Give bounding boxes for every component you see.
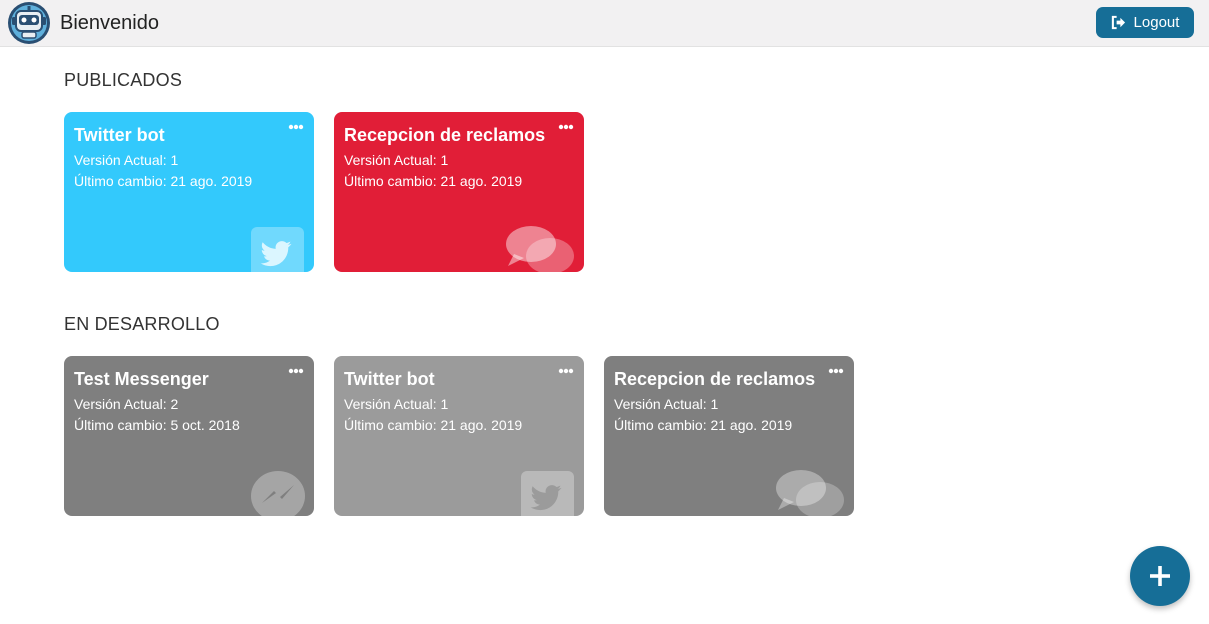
- chat-bubbles-icon: [776, 470, 844, 516]
- more-options-icon[interactable]: [828, 368, 844, 374]
- bot-card-last-change: Último cambio: 21 ago. 2019: [614, 417, 793, 433]
- bot-card-title: Recepcion de reclamos: [344, 125, 546, 145]
- bot-card[interactable]: Test Messenger Versión Actual: 2 Último …: [64, 356, 314, 516]
- plus-icon: [1150, 566, 1170, 586]
- messenger-icon: [251, 471, 305, 516]
- section-title-published: PUBLICADOS: [64, 70, 183, 90]
- bot-card-version: Versión Actual: 1: [344, 152, 449, 168]
- bot-card-version: Versión Actual: 1: [614, 396, 719, 412]
- sign-out-icon: [1111, 15, 1125, 30]
- logout-label: Logout: [1133, 14, 1180, 31]
- bot-card-last-change: Último cambio: 21 ago. 2019: [344, 173, 523, 189]
- bot-card-last-change: Último cambio: 21 ago. 2019: [344, 417, 523, 433]
- bot-card[interactable]: Twitter bot Versión Actual: 1 Último cam…: [64, 112, 314, 272]
- bot-card[interactable]: Recepcion de reclamos Versión Actual: 1 …: [604, 356, 854, 516]
- chat-bubbles-icon: [506, 226, 574, 272]
- robot-logo-icon[interactable]: [7, 1, 51, 45]
- more-options-icon[interactable]: [558, 368, 574, 374]
- add-bot-button[interactable]: [1130, 546, 1190, 606]
- bot-card-last-change: Último cambio: 5 oct. 2018: [74, 417, 240, 433]
- top-bar: Bienvenido Logout: [0, 0, 1209, 47]
- bot-card[interactable]: Twitter bot Versión Actual: 1 Último cam…: [334, 356, 584, 516]
- bot-card-last-change: Último cambio: 21 ago. 2019: [74, 173, 253, 189]
- page-title: Bienvenido: [60, 12, 159, 34]
- twitter-icon: [251, 227, 304, 272]
- bot-card-version: Versión Actual: 1: [74, 152, 179, 168]
- more-options-icon[interactable]: [288, 368, 304, 374]
- twitter-icon: [521, 471, 574, 516]
- bot-card-version: Versión Actual: 1: [344, 396, 449, 412]
- bot-card-title: Twitter bot: [74, 125, 165, 145]
- bot-card-title: Test Messenger: [74, 369, 209, 389]
- section-title-development: EN DESARROLLO: [64, 314, 220, 334]
- bot-card-version: Versión Actual: 2: [74, 396, 179, 412]
- bot-card[interactable]: Recepcion de reclamos Versión Actual: 1 …: [334, 112, 584, 272]
- bot-card-title: Twitter bot: [344, 369, 435, 389]
- more-options-icon[interactable]: [558, 124, 574, 130]
- logout-button[interactable]: Logout: [1096, 7, 1194, 38]
- more-options-icon[interactable]: [288, 124, 304, 130]
- bot-card-title: Recepcion de reclamos: [614, 369, 816, 389]
